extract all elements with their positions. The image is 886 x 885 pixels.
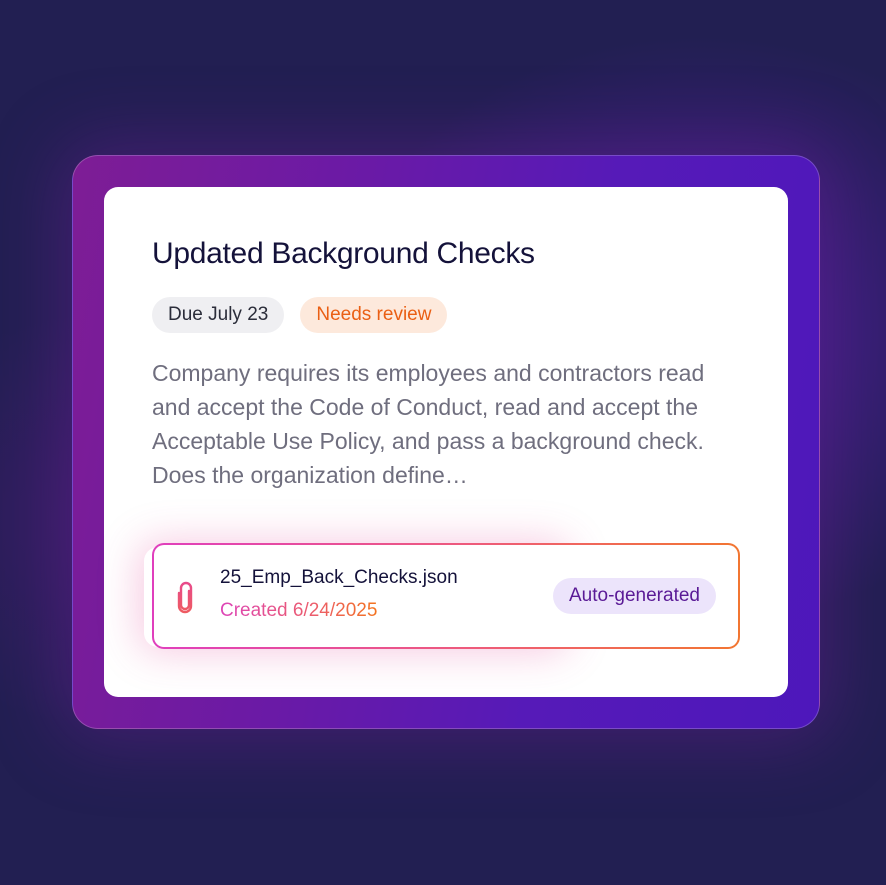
task-description: Company requires its employees and contr… xyxy=(152,360,705,488)
task-title: Updated Background Checks xyxy=(152,237,535,270)
status-badge: Needs review xyxy=(300,297,448,333)
paperclip-icon xyxy=(177,581,193,614)
task-badges: Due July 23 Needs review xyxy=(152,297,448,333)
task-card[interactable]: Updated Background Checks Due July 23 Ne… xyxy=(104,187,788,697)
auto-generated-badge: Auto-generated xyxy=(553,578,716,614)
due-date-badge: Due July 23 xyxy=(152,297,285,333)
attachment-file-name: 25_Emp_Back_Checks.json xyxy=(220,567,458,588)
attachment-created-date: Created 6/24/2025 xyxy=(220,600,378,621)
attachment-item[interactable]: 25_Emp_Back_Checks.json Created 6/24/202… xyxy=(152,543,740,649)
